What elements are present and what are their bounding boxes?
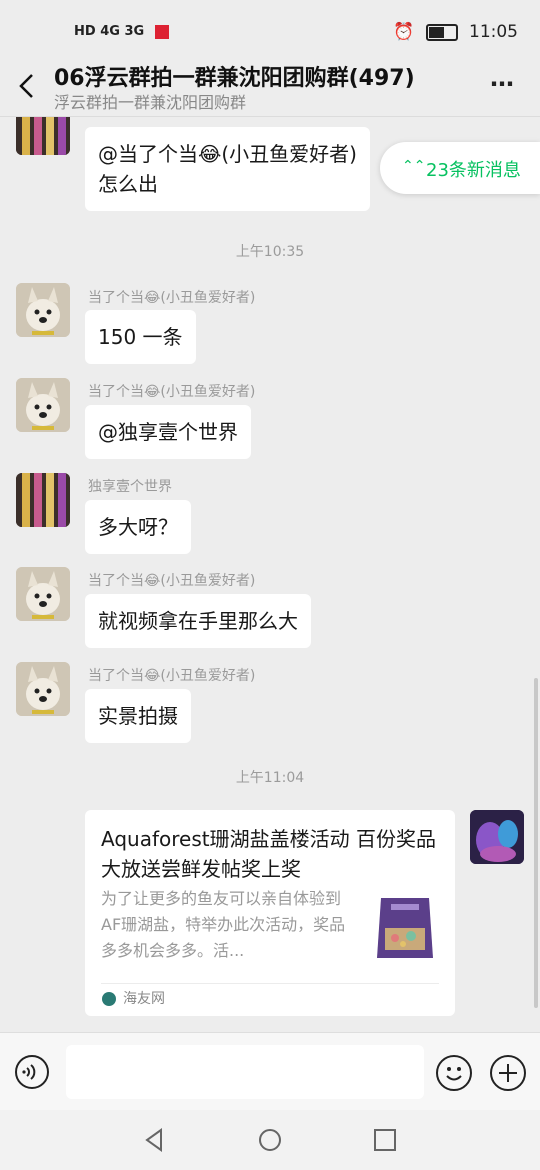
chat-header: 06浮云群拍一群兼沈阳团购群(497) 浮云群拍一群兼沈阳团购群 ⋯ bbox=[0, 58, 540, 117]
message-bubble[interactable]: 150 一条 bbox=[85, 310, 196, 364]
status-right: ⏰ 11:05 bbox=[393, 22, 518, 42]
message-text: 实景拍摄 bbox=[98, 704, 178, 728]
chat-subtitle: 浮云群拍一群兼沈阳团购群 bbox=[54, 93, 247, 112]
system-nav-bar bbox=[0, 1110, 540, 1170]
message-input[interactable] bbox=[66, 1045, 424, 1099]
scrollbar[interactable] bbox=[534, 678, 538, 1008]
new-messages-button[interactable]: ⌃⌃ 23条新消息 bbox=[380, 142, 540, 194]
alarm-icon: ⏰ bbox=[393, 22, 415, 42]
back-arrow-icon[interactable] bbox=[16, 72, 40, 100]
new-messages-label: 23条新消息 bbox=[426, 160, 521, 181]
sender-name: 当了个当😂(小丑鱼爱好者) bbox=[88, 384, 256, 400]
avatar[interactable] bbox=[16, 283, 70, 337]
message-bubble[interactable]: 就视频拿在手里那么大 bbox=[85, 594, 311, 648]
sender-name: 当了个当😂(小丑鱼爱好者) bbox=[88, 668, 256, 684]
link-card-title: Aquaforest珊湖盐盖楼活动 百份奖品大放送尝鲜发帖奖上奖 bbox=[101, 827, 436, 881]
nav-home-icon[interactable] bbox=[256, 1126, 284, 1154]
timestamp: 上午11:04 bbox=[235, 770, 305, 786]
avatar[interactable] bbox=[16, 567, 70, 621]
avatar[interactable] bbox=[16, 662, 70, 716]
sender-name: 当了个当😂(小丑鱼爱好者) bbox=[88, 290, 256, 306]
status-bar: HD 4G 3G ⏰ 11:05 bbox=[0, 0, 540, 58]
my-avatar[interactable] bbox=[470, 810, 524, 864]
sender-name: 独享壹个世界 bbox=[88, 479, 172, 495]
app-icon bbox=[154, 24, 169, 39]
chat-title: 06浮云群拍一群兼沈阳团购群(497) bbox=[54, 66, 415, 91]
link-card-source: 海友网 bbox=[123, 991, 165, 1007]
sender-name: 当了个当😂(小丑鱼爱好者) bbox=[88, 573, 256, 589]
avatar[interactable] bbox=[16, 378, 70, 432]
avatar[interactable] bbox=[16, 473, 70, 527]
avatar[interactable] bbox=[16, 117, 70, 155]
message-text: 150 一条 bbox=[98, 325, 183, 349]
message-bubble[interactable]: @当了个当😂(小丑鱼爱好者) 怎么出 bbox=[85, 127, 370, 211]
battery-icon bbox=[425, 23, 458, 41]
message-bubble[interactable]: @独享壹个世界 bbox=[85, 405, 251, 459]
nav-back-icon[interactable] bbox=[141, 1126, 169, 1154]
message-text: @当了个当😂(小丑鱼爱好者) bbox=[98, 142, 357, 166]
status-time: 11:05 bbox=[469, 22, 518, 42]
message-bubble[interactable]: 实景拍摄 bbox=[85, 689, 191, 743]
input-bar bbox=[0, 1032, 540, 1111]
status-icons: HD 4G 3G bbox=[74, 24, 169, 39]
link-card-description: 为了让更多的鱼友可以亲自体验到AF珊湖盐，特举办此次活动，奖品多多机会多多。活.… bbox=[101, 889, 346, 960]
nav-recents-icon[interactable] bbox=[371, 1126, 399, 1154]
emoji-icon[interactable] bbox=[436, 1055, 472, 1091]
message-text: 多大呀？ bbox=[98, 515, 178, 539]
timestamp: 上午10:35 bbox=[235, 244, 305, 260]
link-card[interactable]: Aquaforest珊湖盐盖楼活动 百份奖品大放送尝鲜发帖奖上奖 为了让更多的鱼… bbox=[85, 810, 455, 1016]
message-text: 怎么出 bbox=[98, 172, 158, 196]
double-chevron-up-icon: ⌃⌃ bbox=[402, 158, 426, 174]
more-options-icon[interactable]: ⋯ bbox=[490, 70, 516, 98]
message-text: @独享壹个世界 bbox=[98, 420, 238, 444]
product-thumbnail bbox=[367, 888, 443, 966]
message-text: 就视频拿在手里那么大 bbox=[98, 609, 298, 633]
divider bbox=[101, 983, 439, 984]
voice-input-icon[interactable] bbox=[15, 1055, 49, 1089]
message-bubble[interactable]: 多大呀？ bbox=[85, 500, 191, 554]
plus-icon[interactable] bbox=[490, 1055, 526, 1091]
source-logo-icon bbox=[102, 992, 116, 1006]
message-list[interactable]: @当了个当😂(小丑鱼爱好者) 怎么出 上午10:35 当了个当😂(小丑鱼爱好者)… bbox=[0, 117, 540, 1032]
